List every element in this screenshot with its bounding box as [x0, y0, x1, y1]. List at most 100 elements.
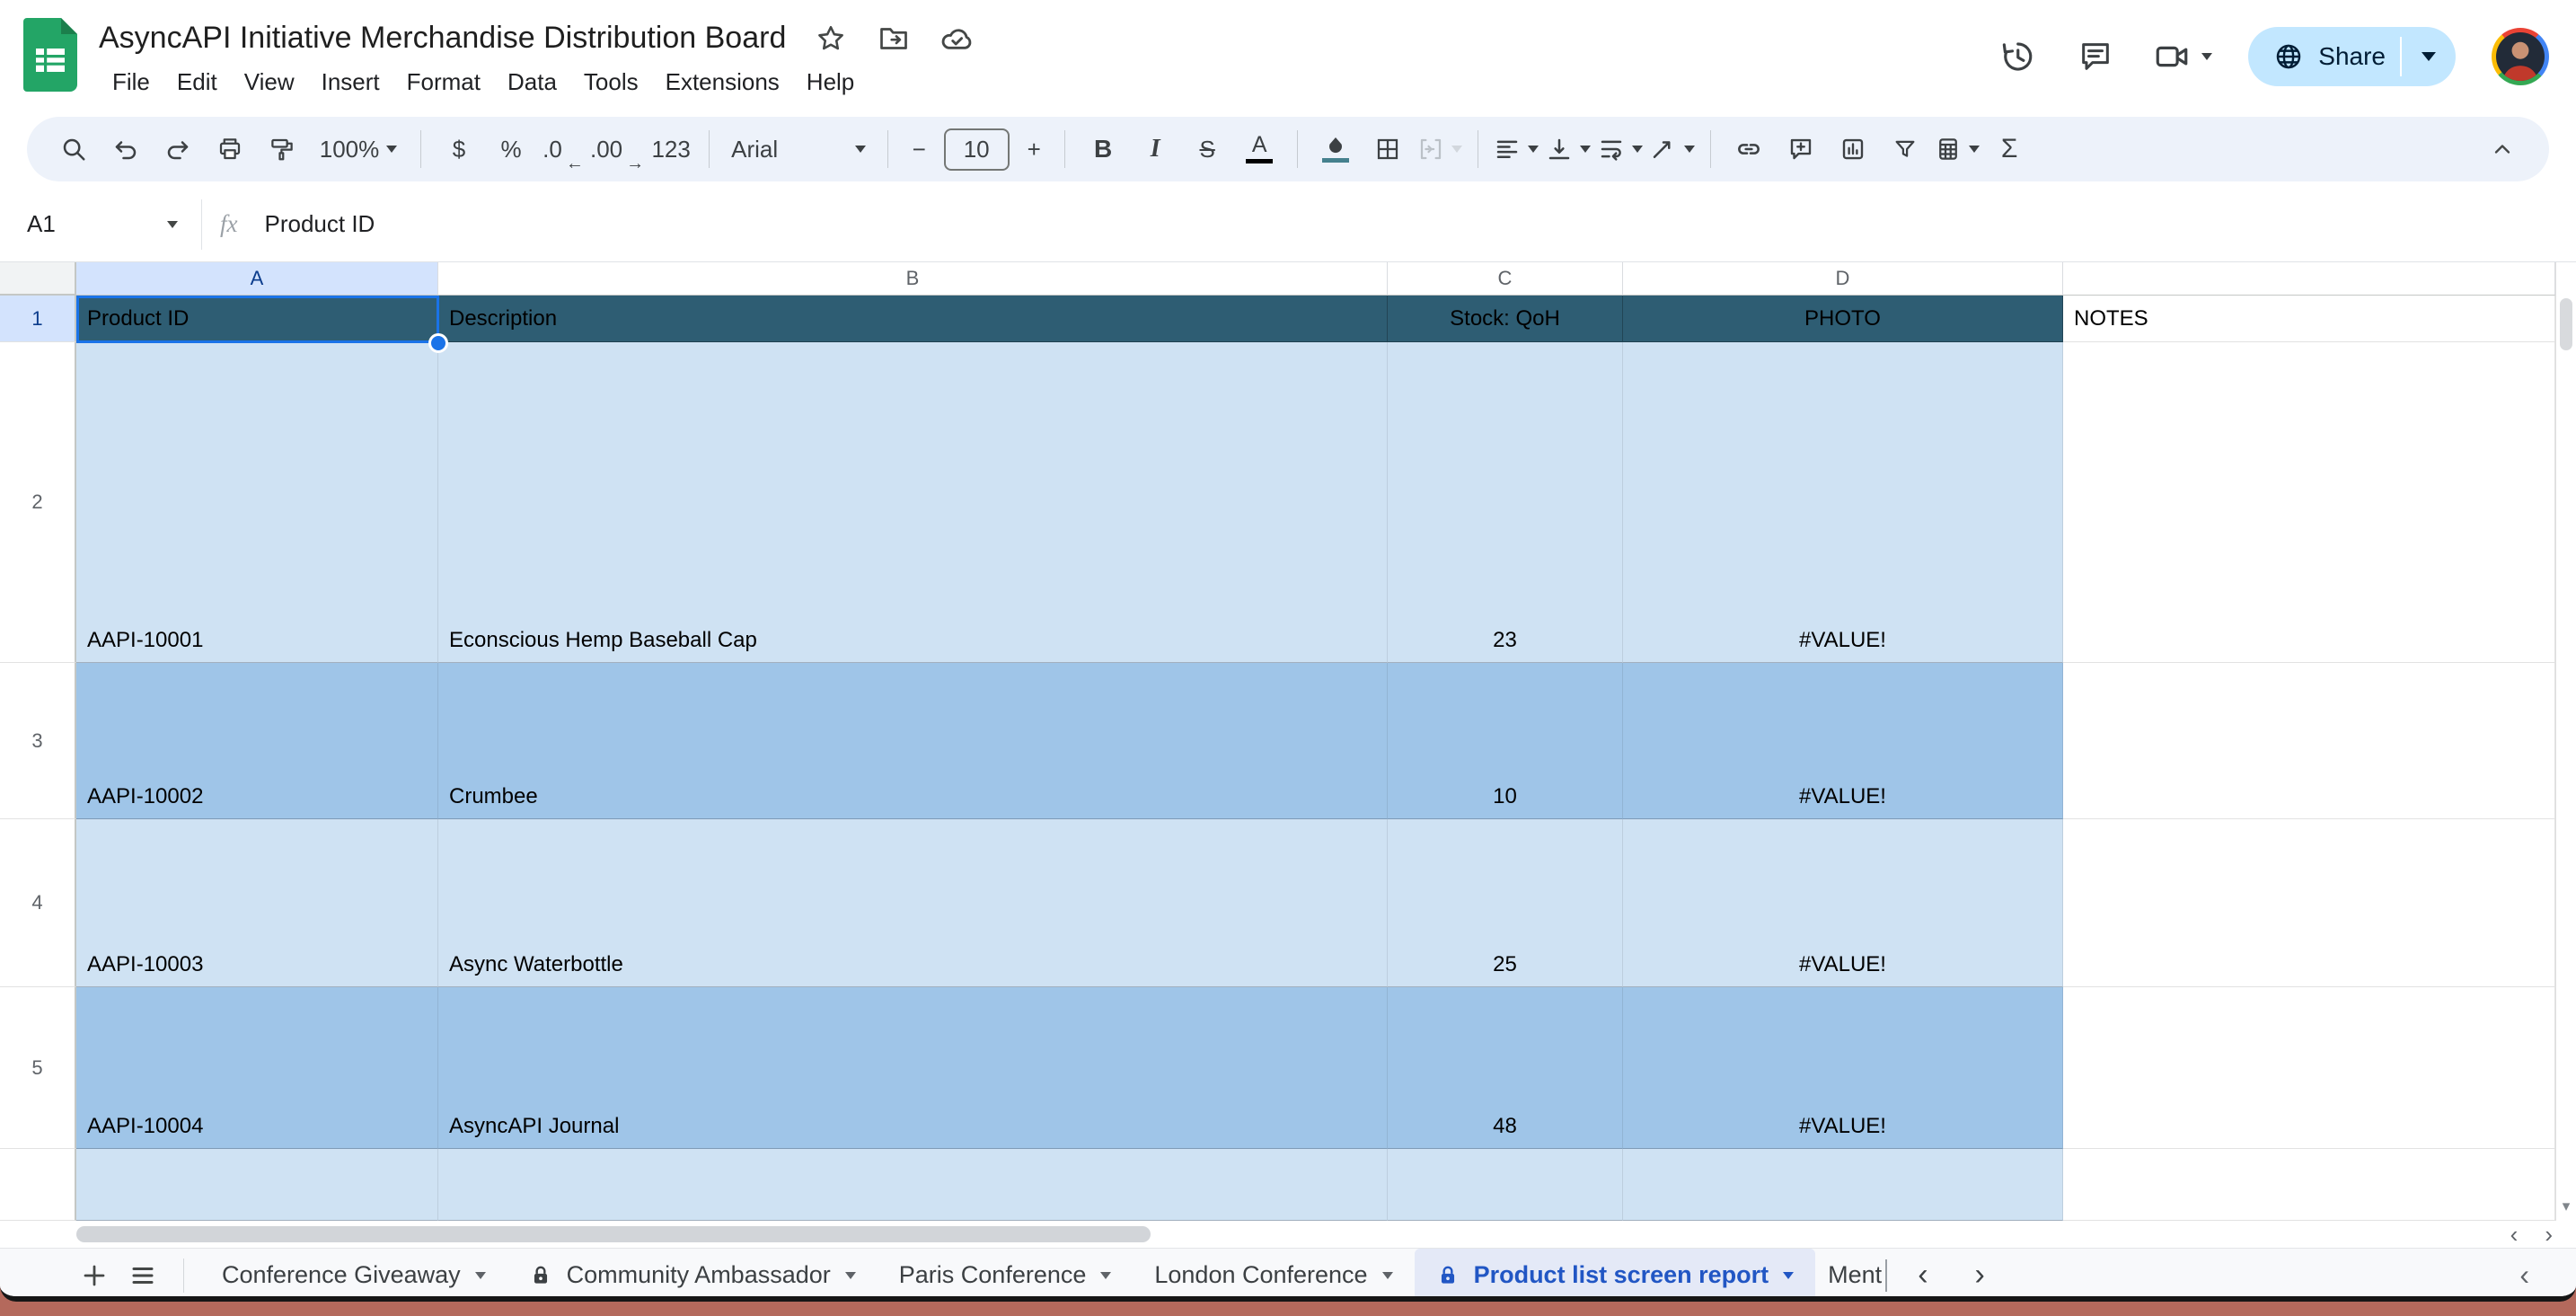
- cell-a1[interactable]: Product ID: [76, 296, 438, 342]
- column-header-e[interactable]: [2063, 262, 2555, 296]
- merge-cells-button[interactable]: [1415, 124, 1465, 174]
- cell-c2[interactable]: 23: [1388, 342, 1623, 663]
- text-rotation-button[interactable]: [1647, 124, 1698, 174]
- font-size-field[interactable]: 10: [939, 124, 1014, 174]
- search-menus-button[interactable]: [49, 124, 99, 174]
- menu-extensions[interactable]: Extensions: [652, 64, 793, 101]
- cell-b5[interactable]: AsyncAPI Journal: [438, 987, 1388, 1149]
- row-header-5[interactable]: 5: [0, 987, 76, 1149]
- functions-button[interactable]: Σ: [1984, 124, 2034, 174]
- cell-d5[interactable]: #VALUE!: [1623, 987, 2063, 1149]
- increase-font-size-button[interactable]: +: [1016, 124, 1052, 174]
- insert-link-button[interactable]: [1724, 124, 1774, 174]
- cell-c6[interactable]: [1388, 1149, 1623, 1221]
- zoom-selector[interactable]: 100%: [309, 124, 408, 174]
- text-color-button[interactable]: A: [1234, 124, 1284, 174]
- column-header-a[interactable]: A: [76, 262, 438, 296]
- cell-a5[interactable]: AAPI-10004: [76, 987, 438, 1149]
- vertical-scrollbar-thumb[interactable]: [2560, 298, 2572, 350]
- version-history-icon[interactable]: [1995, 35, 2038, 78]
- comments-icon[interactable]: [2074, 35, 2117, 78]
- format-percent-button[interactable]: %: [486, 124, 536, 174]
- menu-edit[interactable]: Edit: [163, 64, 231, 101]
- sheet-tab-product-list-screen-report[interactable]: Product list screen report: [1414, 1249, 1816, 1296]
- undo-button[interactable]: [101, 124, 151, 174]
- number-format-button[interactable]: 123: [646, 124, 696, 174]
- cell-e5[interactable]: [2063, 987, 2555, 1149]
- column-header-d[interactable]: D: [1623, 262, 2063, 296]
- menu-format[interactable]: Format: [393, 64, 494, 101]
- share-button[interactable]: Share: [2248, 27, 2400, 86]
- all-sheets-button[interactable]: [119, 1251, 167, 1297]
- cell-b3[interactable]: Crumbee: [438, 663, 1388, 819]
- scroll-right-arrow-icon[interactable]: ›: [2545, 1221, 2553, 1249]
- fill-handle[interactable]: [428, 333, 448, 353]
- row-header-6[interactable]: [0, 1149, 76, 1221]
- increase-decimal-button[interactable]: .00 →: [590, 124, 644, 174]
- redo-button[interactable]: [153, 124, 203, 174]
- vertical-align-button[interactable]: [1543, 124, 1593, 174]
- insert-chart-button[interactable]: [1828, 124, 1878, 174]
- cell-d3[interactable]: #VALUE!: [1623, 663, 2063, 819]
- name-box[interactable]: A1: [27, 210, 178, 238]
- tab-caret-icon[interactable]: [1783, 1271, 1795, 1279]
- column-header-c[interactable]: C: [1388, 262, 1623, 296]
- bold-button[interactable]: B: [1078, 124, 1128, 174]
- cell-e4[interactable]: [2063, 819, 2555, 987]
- star-icon[interactable]: [813, 21, 849, 57]
- borders-button[interactable]: [1363, 124, 1413, 174]
- cell-a2[interactable]: AAPI-10001: [76, 342, 438, 663]
- column-header-b[interactable]: B: [438, 262, 1388, 296]
- tab-caret-icon[interactable]: [1100, 1271, 1112, 1279]
- cell-c4[interactable]: 25: [1388, 819, 1623, 987]
- cell-d2[interactable]: #VALUE!: [1623, 342, 2063, 663]
- cell-d1[interactable]: PHOTO: [1623, 296, 2063, 342]
- sheet-tab-paris-conference[interactable]: Paris Conference: [878, 1249, 1134, 1296]
- cell-e3[interactable]: [2063, 663, 2555, 819]
- row-header-3[interactable]: 3: [0, 663, 76, 819]
- move-to-folder-icon[interactable]: [876, 21, 912, 57]
- menu-insert[interactable]: Insert: [308, 64, 393, 101]
- menu-file[interactable]: File: [99, 64, 163, 101]
- menu-help[interactable]: Help: [793, 64, 868, 101]
- cell-b4[interactable]: Async Waterbottle: [438, 819, 1388, 987]
- print-button[interactable]: [205, 124, 255, 174]
- share-options-caret[interactable]: [2402, 27, 2456, 86]
- cell-c1[interactable]: Stock: QoH: [1388, 296, 1623, 342]
- cell-a4[interactable]: AAPI-10003: [76, 819, 438, 987]
- cloud-saved-icon[interactable]: [939, 21, 975, 57]
- select-all-corner[interactable]: [0, 262, 76, 296]
- add-sheet-button[interactable]: [70, 1251, 119, 1297]
- row-header-1[interactable]: 1: [0, 296, 76, 342]
- scroll-down-arrow-icon[interactable]: ▾: [2556, 1197, 2576, 1215]
- strikethrough-button[interactable]: S: [1182, 124, 1232, 174]
- sheet-tab-conference-giveaway[interactable]: Conference Giveaway: [200, 1249, 507, 1296]
- tab-caret-icon[interactable]: [844, 1271, 856, 1279]
- sheet-tab-community-ambassador[interactable]: Community Ambassador: [507, 1249, 878, 1296]
- menu-view[interactable]: View: [231, 64, 308, 101]
- tab-caret-icon[interactable]: [1381, 1271, 1393, 1279]
- font-family-selector[interactable]: Arial: [722, 124, 875, 174]
- scroll-left-arrow-icon[interactable]: ‹: [2510, 1221, 2519, 1249]
- cell-c3[interactable]: 10: [1388, 663, 1623, 819]
- decrease-font-size-button[interactable]: −: [901, 124, 937, 174]
- row-header-4[interactable]: 4: [0, 819, 76, 987]
- cell-c5[interactable]: 48: [1388, 987, 1623, 1149]
- cell-e1[interactable]: NOTES: [2063, 296, 2555, 342]
- cell-b1[interactable]: Description: [438, 296, 1388, 342]
- cell-e2[interactable]: [2063, 342, 2555, 663]
- formula-input[interactable]: Product ID: [265, 210, 375, 238]
- cell-a3[interactable]: AAPI-10002: [76, 663, 438, 819]
- decrease-decimal-button[interactable]: .0 ←: [538, 124, 588, 174]
- cell-b2[interactable]: Econscious Hemp Baseball Cap: [438, 342, 1388, 663]
- vertical-scrollbar[interactable]: ▾: [2555, 262, 2576, 1221]
- menu-tools[interactable]: Tools: [570, 64, 652, 101]
- row-header-2[interactable]: 2: [0, 342, 76, 663]
- cell-e6[interactable]: [2063, 1149, 2555, 1221]
- tab-caret-icon[interactable]: [474, 1271, 486, 1279]
- cell-d6[interactable]: [1623, 1149, 2063, 1221]
- cell-b6[interactable]: [438, 1149, 1388, 1221]
- horizontal-align-button[interactable]: [1491, 124, 1541, 174]
- menu-data[interactable]: Data: [494, 64, 570, 101]
- create-filter-button[interactable]: [1880, 124, 1930, 174]
